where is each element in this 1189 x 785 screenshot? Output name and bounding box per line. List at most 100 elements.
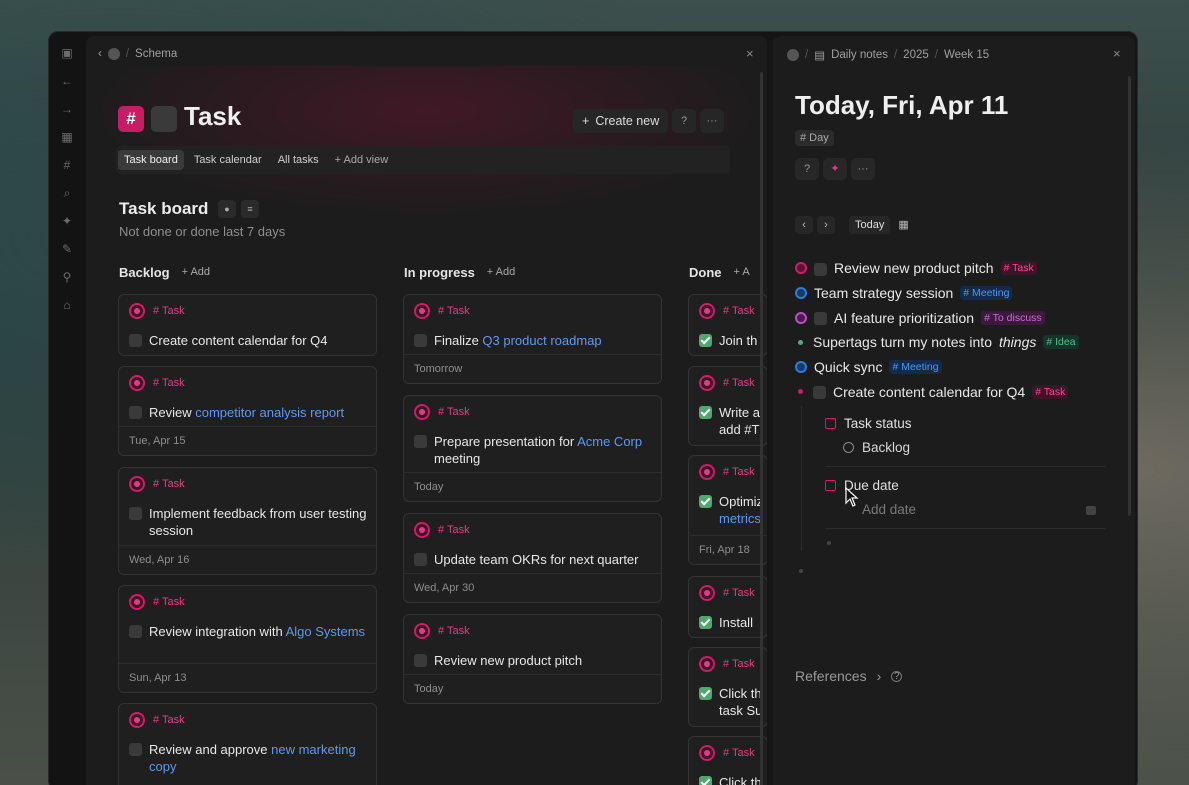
- card-text[interactable]: Click th: [719, 774, 762, 785]
- forward-icon[interactable]: →: [60, 102, 74, 116]
- task-card[interactable]: # Task Prepare presentation for Acme Corp…: [403, 395, 662, 502]
- help-icon[interactable]: ?: [672, 109, 696, 133]
- tab-task-calendar[interactable]: Task calendar: [188, 150, 268, 170]
- card-text[interactable]: Finalize Q3 product roadmap: [434, 332, 602, 349]
- scrollbar[interactable]: [1128, 76, 1131, 516]
- supertag-badge[interactable]: # Meeting: [889, 360, 942, 375]
- node-link[interactable]: Algo Systems: [286, 624, 365, 639]
- supertag-badge[interactable]: # Task: [1032, 384, 1069, 399]
- day-tag[interactable]: # Day: [795, 130, 834, 146]
- card-text[interactable]: Prepare presentation for Acme Corp meeti…: [434, 433, 654, 467]
- node-link[interactable]: metrics: [719, 511, 761, 526]
- card-text[interactable]: Update team OKRs for next quarter: [434, 551, 638, 568]
- supertag-badge[interactable]: # To discuss: [981, 310, 1045, 325]
- display-options-icon[interactable]: ●: [218, 200, 236, 218]
- task-card[interactable]: # Task Update team OKRs for next quarter W…: [403, 513, 662, 603]
- task-card[interactable]: # Task Install: [688, 576, 767, 638]
- tab-all-tasks[interactable]: All tasks: [272, 150, 325, 170]
- node-link[interactable]: Acme Corp: [577, 434, 642, 449]
- supertag-badge[interactable]: # Idea: [1043, 335, 1079, 350]
- today-button[interactable]: Today: [849, 216, 891, 234]
- task-card[interactable]: # Task Write a add #T: [688, 366, 767, 446]
- empty-bullet[interactable]: [799, 569, 803, 573]
- more-options-button[interactable]: ···: [700, 109, 724, 133]
- task-tag[interactable]: # Task: [153, 305, 185, 317]
- card-text[interactable]: Implement feedback from user testing ses…: [149, 505, 369, 539]
- task-checkbox[interactable]: [414, 654, 427, 667]
- task-checkbox[interactable]: [699, 687, 712, 700]
- task-tag[interactable]: # Task: [153, 596, 185, 608]
- calendar-icon[interactable]: ▦: [894, 216, 912, 234]
- task-checkbox[interactable]: [414, 334, 427, 347]
- node-link[interactable]: Q3 product roadmap: [482, 333, 601, 348]
- date-picker-icon[interactable]: [1086, 506, 1096, 515]
- task-tag[interactable]: # Task: [723, 587, 755, 599]
- task-tag[interactable]: # Task: [153, 714, 185, 726]
- help-icon[interactable]: ?: [795, 158, 819, 180]
- daily-entry[interactable]: AI feature prioritization # To discuss: [795, 305, 1125, 330]
- task-card[interactable]: # Task Review competitor analysis report T…: [118, 366, 377, 456]
- card-text[interactable]: Create content calendar for Q4: [149, 332, 328, 349]
- daily-entry[interactable]: Quick sync # Meeting: [795, 355, 1125, 380]
- bullet-icon[interactable]: [798, 339, 803, 345]
- add-date-input[interactable]: Add date: [862, 502, 916, 517]
- task-card[interactable]: # Task Implement feedback from user testi…: [118, 467, 377, 575]
- card-text[interactable]: Review new product pitch: [434, 652, 582, 669]
- color-swatch[interactable]: [151, 106, 177, 132]
- task-card[interactable]: # Task Click th task Su: [688, 647, 767, 727]
- task-tag[interactable]: # Task: [153, 478, 185, 490]
- supertag-badge[interactable]: # Meeting: [960, 286, 1013, 301]
- task-checkbox[interactable]: [699, 406, 712, 419]
- task-tag[interactable]: # Task: [723, 747, 755, 759]
- task-checkbox[interactable]: [813, 386, 826, 400]
- pin-icon[interactable]: ⚲: [60, 270, 74, 284]
- task-checkbox[interactable]: [129, 334, 142, 347]
- node-link[interactable]: competitor analysis report: [195, 405, 344, 420]
- add-card-button[interactable]: + Add: [487, 266, 515, 278]
- task-tag[interactable]: # Task: [438, 305, 470, 317]
- task-card[interactable]: # Task Review and approve new marketing c…: [118, 703, 377, 785]
- task-tag[interactable]: # Task: [723, 377, 755, 389]
- daily-entry[interactable]: Team strategy session # Meeting: [795, 281, 1125, 306]
- card-text[interactable]: Review competitor analysis report: [149, 404, 344, 421]
- task-checkbox[interactable]: [129, 406, 142, 419]
- prev-day-button[interactable]: ‹: [795, 216, 813, 234]
- ai-sparkle-icon[interactable]: ✦: [60, 214, 74, 228]
- task-tag[interactable]: # Task: [723, 305, 755, 317]
- task-checkbox[interactable]: [129, 507, 142, 520]
- more-options-button[interactable]: ···: [851, 158, 875, 180]
- task-checkbox[interactable]: [699, 495, 712, 508]
- create-new-button[interactable]: + Create new: [573, 109, 669, 133]
- next-day-button[interactable]: ›: [817, 216, 835, 234]
- supertag-icon[interactable]: #: [60, 158, 74, 172]
- filter-icon[interactable]: ≡: [241, 200, 259, 218]
- task-card[interactable]: # Task Review new product pitch Today: [403, 614, 662, 704]
- card-text[interactable]: Review and approve new marketing copy: [149, 741, 369, 775]
- task-checkbox[interactable]: [699, 616, 712, 629]
- task-card[interactable]: # Task Optimiz metrics Fri, Apr 18: [688, 455, 767, 565]
- task-card[interactable]: # Task Finalize Q3 product roadmap Tomorro…: [403, 294, 662, 384]
- close-icon[interactable]: ×: [1113, 46, 1121, 61]
- card-text[interactable]: Install: [719, 614, 753, 631]
- breadcrumb-daily-notes[interactable]: Daily notes: [831, 49, 888, 61]
- breadcrumb-schema[interactable]: Schema: [135, 48, 177, 60]
- task-tag[interactable]: # Task: [438, 524, 470, 536]
- task-tag[interactable]: # Task: [438, 406, 470, 418]
- supertag-badge[interactable]: # Task: [1000, 261, 1037, 276]
- scrollbar[interactable]: [760, 72, 763, 785]
- task-checkbox[interactable]: [814, 312, 827, 326]
- bullet-icon[interactable]: [795, 361, 807, 374]
- task-tag[interactable]: # Task: [723, 658, 755, 670]
- calendar-icon[interactable]: ▦: [60, 130, 74, 144]
- tab-task-board[interactable]: Task board: [118, 150, 184, 170]
- empty-bullet[interactable]: [827, 541, 831, 545]
- ai-sparkle-icon[interactable]: ✦: [823, 158, 847, 180]
- workspace-avatar[interactable]: [107, 48, 120, 60]
- page-title[interactable]: Today, Fri, Apr 11: [795, 90, 1008, 121]
- task-tag[interactable]: # Task: [438, 625, 470, 637]
- daily-entry[interactable]: Review new product pitch # Task: [795, 256, 1125, 281]
- task-checkbox[interactable]: [814, 262, 827, 276]
- chevron-left-icon[interactable]: ‹: [98, 48, 102, 60]
- task-checkbox[interactable]: [129, 625, 142, 638]
- daily-entry[interactable]: Create content calendar for Q4 # Task: [795, 379, 1125, 404]
